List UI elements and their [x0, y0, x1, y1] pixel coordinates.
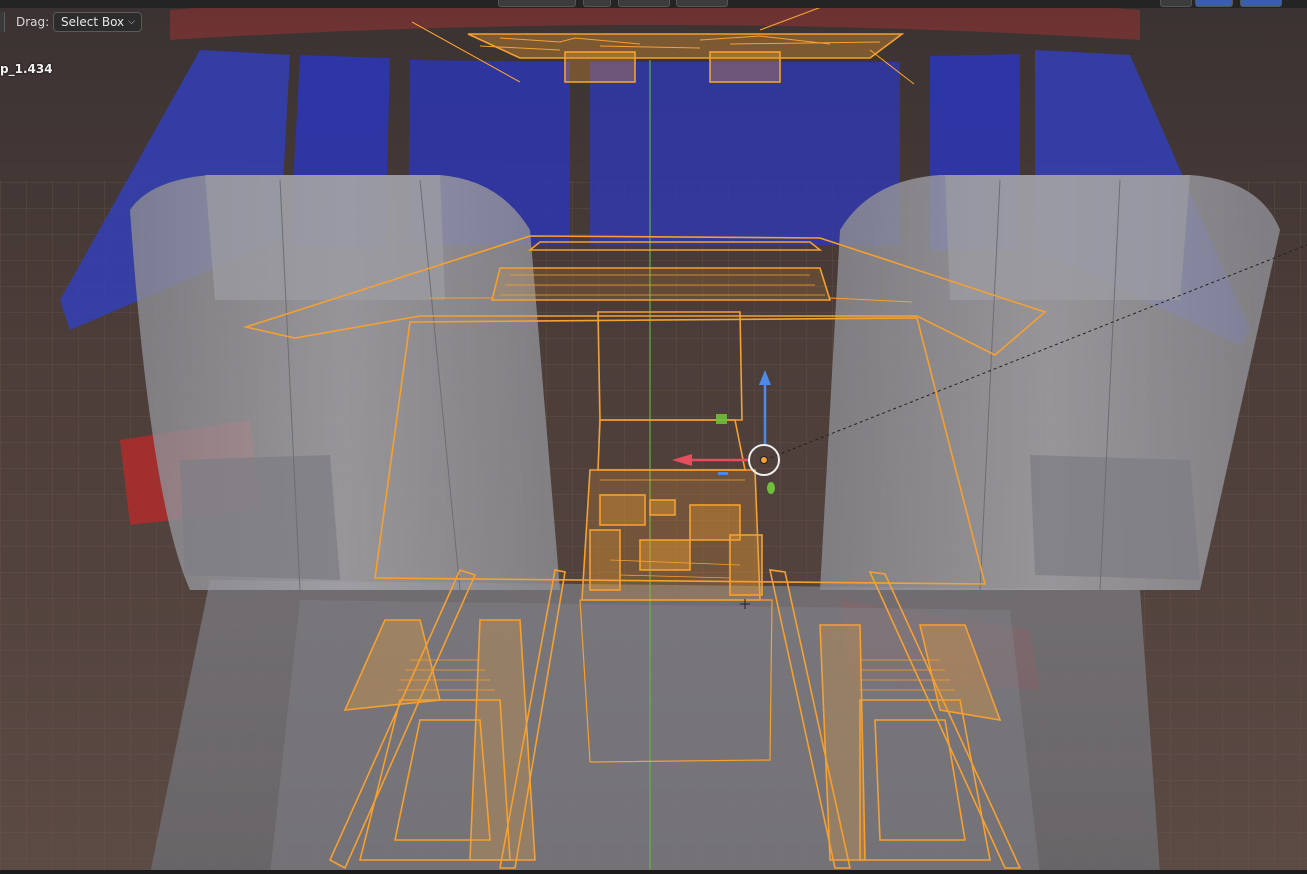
header-tool-button-2[interactable]: [583, 0, 611, 7]
gizmo-plane-handle-x[interactable]: [718, 472, 728, 475]
viewport-scene[interactable]: [0, 0, 1307, 874]
select-box-dropdown[interactable]: Select Box ⌵: [53, 12, 142, 32]
pivot-point-icon: [760, 456, 768, 464]
drag-label: Drag:: [16, 15, 50, 29]
header-tool-button-3[interactable]: [618, 0, 670, 7]
header-tool-button-1[interactable]: [498, 0, 576, 7]
right-pilot-seat: [820, 175, 1280, 591]
left-pilot-seat: [130, 175, 560, 591]
active-object-name: p_1.434: [0, 62, 53, 76]
select-box-value: Select Box: [61, 15, 125, 29]
chevron-down-icon: ⌵: [128, 17, 135, 27]
header-left-button[interactable]: [0, 12, 5, 32]
header-overlay-toggle[interactable]: [1195, 0, 1233, 7]
3d-viewport[interactable]: Drag: Select Box ⌵ p_1.434: [0, 0, 1307, 874]
gizmo-plane-handle[interactable]: [716, 414, 727, 424]
viewport-bottom-border: [0, 870, 1307, 874]
header-shading-toggle[interactable]: [1240, 0, 1282, 7]
header-tool-button-4[interactable]: [676, 0, 728, 7]
header-tool-button-5[interactable]: [1160, 0, 1192, 7]
gizmo-y-handle[interactable]: [767, 482, 775, 494]
throttle-pedestal[interactable]: [581, 469, 763, 601]
